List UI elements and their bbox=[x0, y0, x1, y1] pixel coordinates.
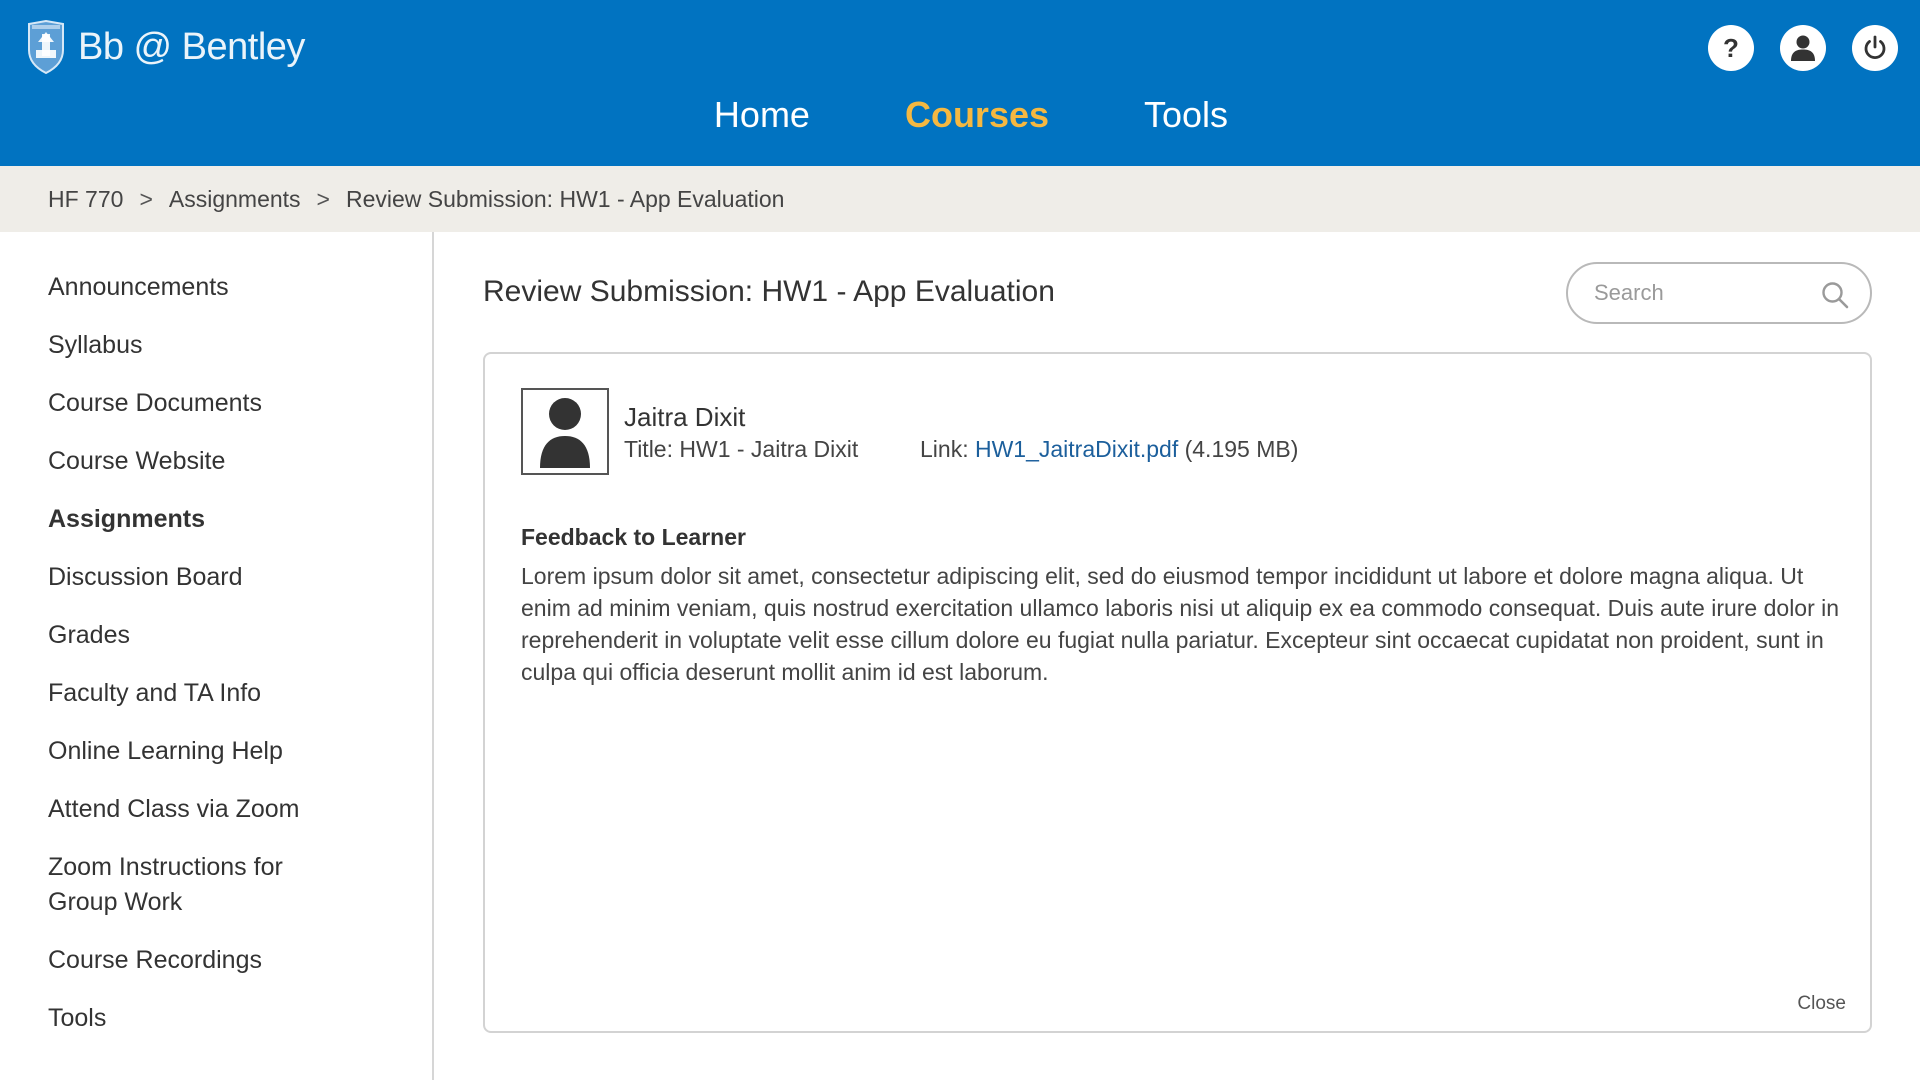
top-header: Bb @ Bentley ? Home Courses Tools bbox=[0, 0, 1920, 166]
user-profile-button[interactable] bbox=[1780, 25, 1826, 71]
user-avatar-icon bbox=[540, 398, 590, 468]
nav-home[interactable]: Home bbox=[714, 94, 810, 136]
course-sidebar: Announcements Syllabus Course Documents … bbox=[0, 232, 434, 1080]
sidebar-item-faculty-ta-info[interactable]: Faculty and TA Info bbox=[48, 676, 388, 711]
search-box bbox=[1566, 262, 1872, 324]
breadcrumb-separator: > bbox=[316, 185, 330, 212]
attachment-line: Link: HW1_JaitraDixit.pdf (4.195 MB) bbox=[920, 436, 1298, 463]
sidebar-item-syllabus[interactable]: Syllabus bbox=[48, 328, 388, 363]
svg-text:?: ? bbox=[1723, 33, 1739, 63]
logo-text: Bb @ Bentley bbox=[78, 25, 305, 68]
nav-tools[interactable]: Tools bbox=[1144, 94, 1228, 136]
breadcrumb-current: Review Submission: HW1 - App Evaluation bbox=[345, 185, 785, 212]
sidebar-item-attend-class-zoom[interactable]: Attend Class via Zoom bbox=[48, 792, 388, 827]
submission-panel: Jaitra Dixit Title: HW1 - Jaitra Dixit L… bbox=[483, 352, 1872, 1033]
user-icon bbox=[1791, 35, 1815, 61]
header-icon-group: ? bbox=[1708, 25, 1898, 71]
sidebar-item-online-learning-help[interactable]: Online Learning Help bbox=[48, 734, 388, 769]
avatar bbox=[521, 388, 609, 475]
sidebar-item-grades[interactable]: Grades bbox=[48, 618, 388, 653]
breadcrumb-separator: > bbox=[139, 185, 153, 212]
page-title: Review Submission: HW1 - App Evaluation bbox=[483, 275, 1055, 308]
sidebar-item-discussion-board[interactable]: Discussion Board bbox=[48, 560, 388, 595]
close-button[interactable]: Close bbox=[1797, 993, 1846, 1015]
main-nav: Home Courses Tools bbox=[0, 94, 1920, 136]
search-input[interactable] bbox=[1594, 280, 1814, 306]
student-name: Jaitra Dixit bbox=[624, 402, 746, 432]
attachment-label: Link: bbox=[920, 436, 975, 462]
sidebar-item-course-documents[interactable]: Course Documents bbox=[48, 386, 388, 421]
sidebar-item-course-website[interactable]: Course Website bbox=[48, 444, 388, 479]
logo[interactable]: Bb @ Bentley bbox=[26, 20, 305, 74]
search-icon[interactable] bbox=[1820, 280, 1850, 310]
feedback-heading: Feedback to Learner bbox=[521, 524, 746, 550]
sidebar-item-tools[interactable]: Tools bbox=[48, 1001, 388, 1036]
help-icon: ? bbox=[1723, 33, 1739, 63]
shield-logo-icon bbox=[28, 20, 64, 74]
breadcrumb-assignments[interactable]: Assignments bbox=[169, 186, 301, 213]
attachment-file-size: (4.195 MB) bbox=[1178, 436, 1299, 462]
power-icon bbox=[1864, 35, 1886, 60]
feedback-text: Lorem ipsum dolor sit amet, consectetur … bbox=[521, 563, 1840, 685]
sidebar-item-assignments[interactable]: Assignments bbox=[48, 502, 388, 537]
attachment-file-link[interactable]: HW1_JaitraDixit.pdf bbox=[975, 436, 1178, 462]
nav-courses[interactable]: Courses bbox=[905, 94, 1049, 136]
breadcrumb-course[interactable]: HF 770 bbox=[48, 186, 123, 213]
sidebar-item-zoom-group-instructions[interactable]: Zoom Instructions for Group Work bbox=[48, 850, 348, 920]
breadcrumb: HF 770 > Assignments > Review Submission… bbox=[0, 166, 1920, 232]
help-button[interactable]: ? bbox=[1708, 25, 1754, 71]
sidebar-item-course-recordings[interactable]: Course Recordings bbox=[48, 943, 388, 978]
submission-title: Title: HW1 - Jaitra Dixit bbox=[624, 436, 859, 462]
sidebar-item-announcements[interactable]: Announcements bbox=[48, 270, 388, 305]
logout-button[interactable] bbox=[1852, 25, 1898, 71]
